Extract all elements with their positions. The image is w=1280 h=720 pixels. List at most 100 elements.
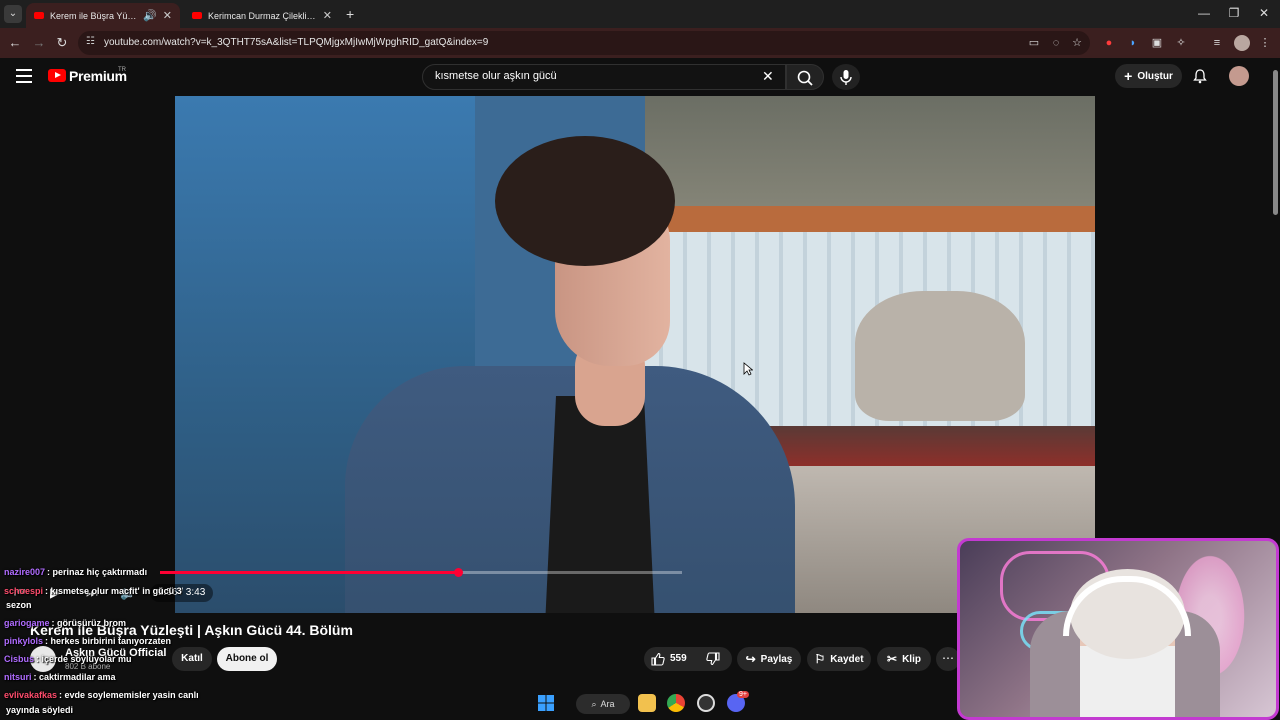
video-player[interactable] (175, 96, 1095, 613)
chat-text: : kısmetse olur macfit' in gücü 3 (45, 586, 182, 596)
taskbar-search-label: Ara (600, 699, 615, 709)
thumbs-down-icon (706, 652, 720, 666)
search-input[interactable] (435, 70, 755, 82)
tab-search-button[interactable]: ⌄ (4, 5, 22, 23)
chat-text: : caktirmadilar ama (33, 672, 116, 682)
extension-red-icon[interactable]: ● (1102, 36, 1116, 50)
chat-username: Cisbus (4, 654, 35, 664)
youtube-account-avatar[interactable] (1229, 66, 1249, 86)
dislike-button[interactable] (705, 651, 721, 672)
file-explorer-icon[interactable] (638, 694, 656, 712)
share-button[interactable]: ↪ Paylaş (737, 647, 801, 671)
chat-message: sezon (4, 600, 32, 610)
country-code: TR (118, 67, 126, 73)
chrome-icon[interactable] (667, 694, 685, 712)
obs-icon[interactable] (697, 694, 715, 712)
menu-icon[interactable] (16, 69, 32, 83)
chat-username: nitsuri (4, 672, 32, 682)
chat-message: nitsuri: caktirmadilar ama (4, 672, 116, 682)
chat-username: evlivakafkas (4, 690, 58, 700)
taskbar-search[interactable]: ⌕ Ara (576, 694, 630, 714)
save-button[interactable]: ⚐ Kaydet (807, 647, 871, 671)
search-box[interactable] (422, 64, 786, 90)
chat-text: : görüşürüz brom (51, 618, 127, 628)
chat-message: evlivakafkas: evde soylememisler yasin c… (4, 690, 199, 700)
chat-text: : perinaz hiç çaktırmadı (47, 567, 148, 577)
search-icon: ⌕ (591, 698, 597, 709)
youtube-favicon-icon (192, 12, 202, 19)
join-button[interactable]: Katıl (172, 647, 212, 671)
streamer-webcam (957, 538, 1279, 720)
plus-icon: + (1124, 68, 1133, 84)
minimize-icon[interactable]: — (1194, 6, 1214, 20)
create-button[interactable]: + Oluştur (1115, 64, 1182, 88)
video-frame-chair (855, 291, 1025, 421)
search-button[interactable] (786, 64, 824, 90)
chat-message: Cisbus: içerde söylüyolar mu (4, 654, 132, 664)
forward-icon[interactable]: → (30, 34, 48, 52)
chat-message: pinkylols: herkes birbirini tanıyorzaten (4, 636, 171, 646)
chat-message: nazire007: perinaz hiç çaktırmadı (4, 567, 147, 577)
like-button[interactable] (650, 651, 666, 672)
chat-username: nazire007 (4, 567, 46, 577)
voice-search-button[interactable] (832, 64, 860, 90)
windows-start-icon[interactable] (537, 694, 555, 712)
browser-profile-avatar[interactable] (1234, 35, 1250, 51)
bookmark-star-icon[interactable]: ☆ (1070, 36, 1084, 50)
tab-title: Kerem ile Büşra Yüzleşti | Aşkın Gücü 44… (50, 10, 137, 21)
create-label: Oluştur (1137, 70, 1173, 82)
back-icon[interactable]: ← (6, 34, 24, 52)
close-tab-icon[interactable]: ✕ (323, 9, 332, 22)
clip-label: Klip (902, 653, 921, 665)
media-control-icon[interactable]: ≡ (1210, 36, 1224, 50)
restore-icon[interactable]: ❐ (1224, 6, 1244, 20)
extensions-puzzle-icon[interactable]: ✧ (1174, 36, 1188, 50)
scrollbar-thumb[interactable] (1273, 70, 1278, 215)
extension-audio-icon[interactable]: ◗ (1126, 36, 1140, 50)
subscribe-button[interactable]: Abone ol (217, 647, 277, 671)
share-label: Paylaş (760, 653, 793, 665)
chat-message: schoespi: kısmetse olur macfit' in gücü … (4, 586, 182, 596)
new-tab-icon[interactable]: + (346, 6, 354, 22)
share-arrow-icon: ↪ (745, 652, 756, 666)
video-frame-shirt (545, 396, 655, 613)
mouse-cursor-icon (743, 362, 753, 376)
thumbs-up-icon (651, 652, 665, 666)
extension-icon[interactable]: ▣ (1150, 36, 1164, 50)
save-label: Kaydet (830, 653, 864, 665)
chat-message: yayında söyledi (4, 705, 73, 715)
close-window-icon[interactable]: ✕ (1254, 6, 1274, 20)
clip-button[interactable]: ✂ Klip (877, 647, 931, 671)
browser-tab-active[interactable]: Kerem ile Büşra Yüzleşti | Aşkın Gücü 44… (26, 3, 180, 28)
cast-icon[interactable]: ▭ (1027, 36, 1041, 50)
chat-message: gariogame: görüşürüz brom (4, 618, 126, 628)
browser-toolbar: ← → ↻ ☷ youtube.com/watch?v=k_3QTHT75sA&… (0, 28, 1280, 58)
clear-search-icon[interactable]: ✕ (762, 68, 774, 85)
browser-tab-strip: ⌄ Kerem ile Büşra Yüzleşti | Aşkın Gücü … (0, 0, 1280, 28)
address-bar[interactable]: ☷ youtube.com/watch?v=k_3QTHT75sA&list=T… (78, 31, 1090, 55)
close-tab-icon[interactable]: ✕ (163, 9, 172, 22)
youtube-logo-icon[interactable] (48, 69, 66, 82)
chat-text: : içerde söylüyolar mu (36, 654, 132, 664)
microphone-icon (840, 70, 852, 85)
chat-username: schoespi (4, 586, 44, 596)
site-info-icon[interactable]: ☷ (86, 36, 95, 47)
search-icon (797, 70, 813, 86)
audio-icon[interactable]: 🔊 (143, 9, 157, 22)
scissors-icon: ✂ (887, 652, 898, 666)
bookmark-icon: ⚐ (814, 652, 826, 666)
notifications-bell-icon[interactable] (1192, 68, 1208, 84)
chat-username: gariogame (4, 618, 50, 628)
youtube-masthead: Premium TR ✕ + Oluştur (0, 58, 1280, 96)
browser-menu-icon[interactable]: ⋮ (1258, 36, 1272, 50)
progress-scrubber[interactable] (453, 568, 463, 577)
video-frame-table (735, 426, 1095, 466)
url-text: youtube.com/watch?v=k_3QTHT75sA&list=TLP… (104, 37, 489, 48)
eye-off-icon[interactable]: ◌ (1049, 36, 1063, 50)
reload-icon[interactable]: ↻ (53, 34, 71, 52)
like-count: 559 (670, 653, 687, 664)
chat-text: : herkes birbirini tanıyorzaten (45, 636, 172, 646)
chat-text: : evde soylememisler yasin canlı (59, 690, 199, 700)
browser-tab[interactable]: Kerimcan Durmaz Çilekli lolipop ✕ (184, 3, 340, 28)
chat-username: pinkylols (4, 636, 44, 646)
